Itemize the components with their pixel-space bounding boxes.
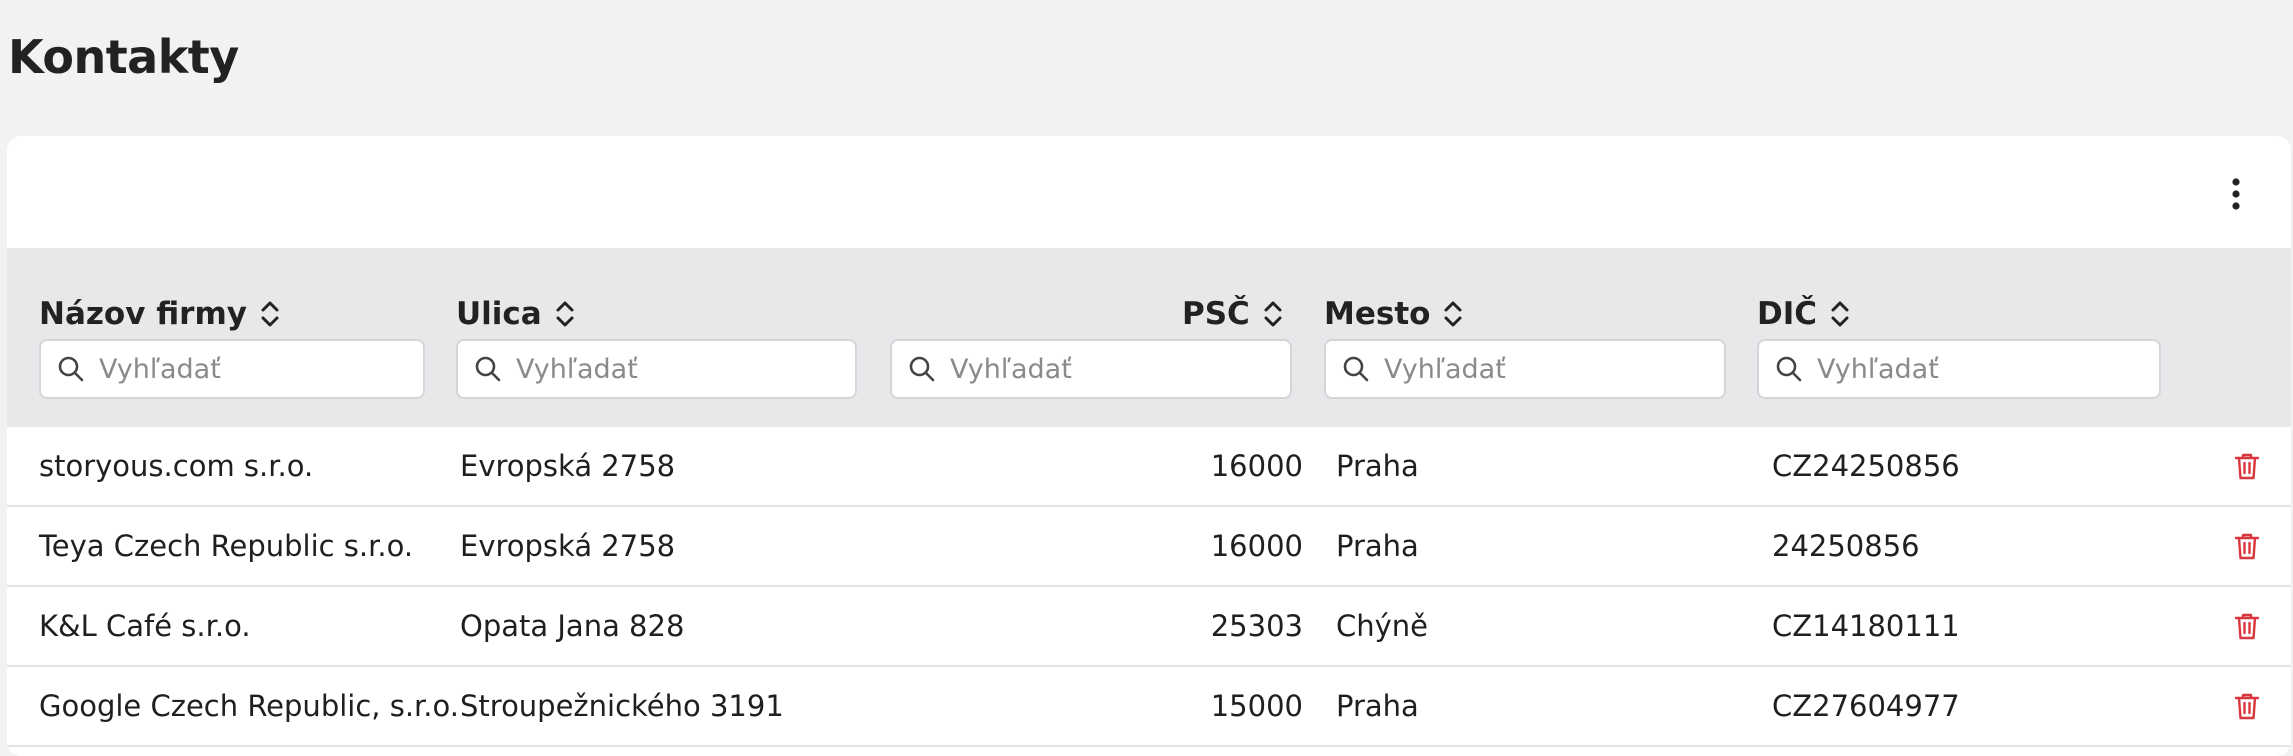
column-header-zip-label: PSČ	[1182, 296, 1250, 332]
column-header-city[interactable]: Mesto	[1324, 294, 1464, 334]
search-name-input[interactable]	[99, 353, 386, 385]
magnifier-icon	[1775, 355, 1803, 383]
sort-icon[interactable]	[1262, 298, 1284, 330]
table-row[interactable]: K&L Café s.r.o. Opata Jana 828 25303 Chý…	[7, 587, 2291, 667]
column-header-zip[interactable]: PSČ	[1182, 294, 1284, 334]
table-row[interactable]: storyous.com s.r.o. Evropská 2758 16000 …	[7, 427, 2291, 507]
cell-street: Stroupežnického 3191	[460, 689, 784, 723]
table-row[interactable]: Teya Czech Republic s.r.o. Evropská 2758…	[7, 507, 2291, 587]
cell-zip: 16000	[1210, 529, 1303, 563]
search-street[interactable]	[456, 339, 857, 399]
contacts-card: Názov firmy Ulica PSČ Mesto DIČ Vyhľadať…	[7, 136, 2291, 756]
column-header-name[interactable]: Názov firmy	[39, 294, 281, 334]
cell-zip: 25303	[1210, 609, 1303, 643]
trash-icon	[2234, 533, 2260, 560]
sort-icon[interactable]	[1442, 298, 1464, 330]
column-header-street[interactable]: Ulica	[456, 294, 576, 334]
cell-city: Praha	[1336, 529, 1419, 563]
delete-button[interactable]	[2230, 449, 2264, 483]
trash-icon	[2234, 453, 2260, 480]
search-name[interactable]	[39, 339, 425, 399]
magnifier-icon	[57, 355, 85, 383]
delete-button[interactable]	[2230, 689, 2264, 723]
search-vat-input[interactable]	[1817, 353, 2117, 385]
column-header-vat[interactable]: DIČ	[1757, 294, 1851, 334]
cell-vat: CZ27604977	[1772, 689, 1960, 723]
cell-street: Evropská 2758	[460, 449, 676, 483]
cell-vat: 24250856	[1772, 529, 1920, 563]
column-header-vat-label: DIČ	[1757, 296, 1818, 332]
cell-name: Google Czech Republic, s.r.o.	[39, 689, 459, 723]
cell-street: Evropská 2758	[460, 529, 676, 563]
search-zip[interactable]	[890, 339, 1292, 399]
cell-vat: CZ24250856	[1772, 449, 1960, 483]
vertical-dots-icon	[2232, 178, 2240, 210]
cell-name: storyous.com s.r.o.	[39, 449, 314, 483]
column-header-city-label: Mesto	[1324, 296, 1431, 332]
search-city-input[interactable]	[1384, 353, 1683, 385]
cell-city: Praha	[1336, 689, 1419, 723]
delete-button[interactable]	[2230, 609, 2264, 643]
cell-zip: 16000	[1210, 449, 1303, 483]
sort-icon[interactable]	[554, 298, 576, 330]
sort-icon[interactable]	[259, 298, 281, 330]
search-street-input[interactable]	[516, 353, 814, 385]
sort-icon[interactable]	[1829, 298, 1851, 330]
trash-icon	[2234, 693, 2260, 720]
search-zip-input[interactable]	[950, 353, 1249, 385]
magnifier-icon	[474, 355, 502, 383]
cell-zip: 15000	[1210, 689, 1303, 723]
trash-icon	[2234, 613, 2260, 640]
cell-city: Praha	[1336, 449, 1419, 483]
cell-city: Chýně	[1336, 609, 1429, 643]
more-options-button[interactable]	[2221, 172, 2251, 216]
cell-vat: CZ14180111	[1772, 609, 1960, 643]
column-header-street-label: Ulica	[456, 296, 542, 332]
column-header-name-label: Názov firmy	[39, 296, 247, 332]
cell-name: K&L Café s.r.o.	[39, 609, 251, 643]
delete-button[interactable]	[2230, 529, 2264, 563]
search-vat[interactable]	[1757, 339, 2161, 399]
cell-street: Opata Jana 828	[460, 609, 685, 643]
cell-name: Teya Czech Republic s.r.o.	[39, 529, 414, 563]
search-city[interactable]	[1324, 339, 1726, 399]
magnifier-icon	[908, 355, 936, 383]
page-title: Kontakty	[8, 30, 239, 84]
magnifier-icon	[1342, 355, 1370, 383]
table-row[interactable]: Google Czech Republic, s.r.o. Stroupežni…	[7, 667, 2291, 747]
